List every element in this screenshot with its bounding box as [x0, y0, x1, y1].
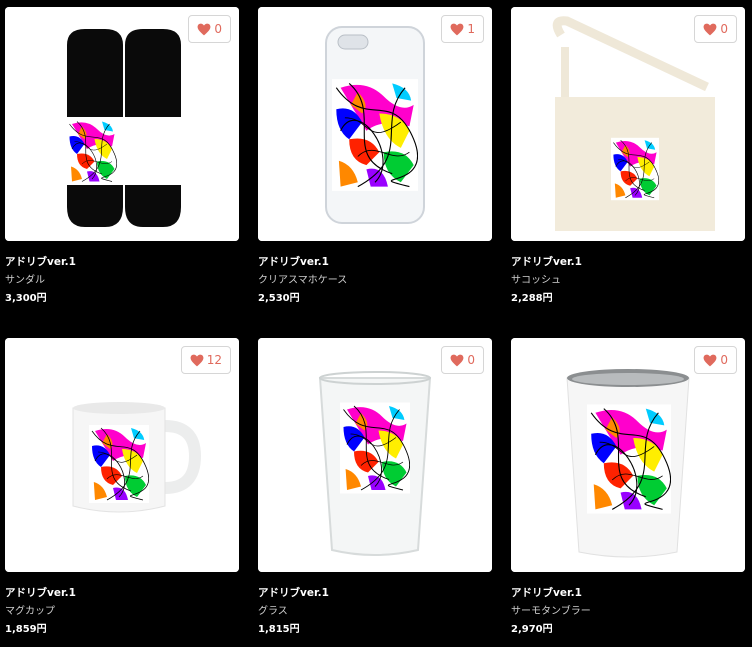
- product-price: 1,859円: [5, 624, 47, 635]
- heart-icon: [703, 23, 717, 36]
- product-price: 3,300円: [5, 293, 47, 304]
- product-title[interactable]: アドリブver.1: [511, 255, 745, 269]
- product-title[interactable]: アドリブver.1: [5, 586, 239, 600]
- like-button[interactable]: 0: [441, 346, 484, 374]
- like-count: 0: [720, 353, 728, 367]
- heart-icon: [450, 23, 464, 36]
- product-price: 2,288円: [511, 293, 553, 304]
- product-price: 2,530円: [258, 293, 300, 304]
- product-thumbnail[interactable]: 1: [258, 7, 492, 241]
- product-title[interactable]: アドリブver.1: [258, 586, 492, 600]
- product-type: グラス: [258, 606, 288, 617]
- product-card[interactable]: 0 アドリブver.1 サンダル 3,300円: [5, 7, 239, 306]
- product-thumbnail[interactable]: 0: [258, 338, 492, 572]
- product-price: 2,970円: [511, 624, 553, 635]
- product-title[interactable]: アドリブver.1: [258, 255, 492, 269]
- like-button[interactable]: 0: [188, 15, 231, 43]
- like-button[interactable]: 0: [694, 346, 737, 374]
- product-card[interactable]: 12 アドリブver.1 マグカップ 1,859円: [5, 338, 239, 637]
- product-thumbnail[interactable]: 0: [5, 7, 239, 241]
- like-count: 0: [720, 22, 728, 36]
- like-count: 1: [467, 22, 475, 36]
- like-button[interactable]: 12: [180, 346, 231, 374]
- heart-icon: [703, 354, 717, 367]
- product-type: クリアスマホケース: [258, 275, 348, 286]
- like-button[interactable]: 1: [441, 15, 484, 43]
- product-type: サーモタンブラー: [511, 606, 591, 617]
- like-count: 0: [214, 22, 222, 36]
- product-thumbnail[interactable]: 0: [511, 338, 745, 572]
- like-count: 0: [467, 353, 475, 367]
- product-thumbnail[interactable]: 12: [5, 338, 239, 572]
- product-type: サコッシュ: [511, 275, 561, 286]
- product-card[interactable]: 0 アドリブver.1 サコッシュ 2,288円: [511, 7, 745, 306]
- heart-icon: [197, 23, 211, 36]
- like-count: 12: [206, 353, 222, 367]
- heart-icon: [450, 354, 464, 367]
- product-type: サンダル: [5, 275, 45, 286]
- heart-icon: [190, 354, 204, 367]
- product-card[interactable]: 1 アドリブver.1 クリアスマホケース 2,530円: [258, 7, 492, 306]
- product-title[interactable]: アドリブver.1: [5, 255, 239, 269]
- product-card[interactable]: 0 アドリブver.1 サーモタンブラー 2,970円: [511, 338, 745, 637]
- product-thumbnail[interactable]: 0: [511, 7, 745, 241]
- product-title[interactable]: アドリブver.1: [511, 586, 745, 600]
- product-card[interactable]: 0 アドリブver.1 グラス 1,815円: [258, 338, 492, 637]
- product-price: 1,815円: [258, 624, 300, 635]
- like-button[interactable]: 0: [694, 15, 737, 43]
- product-type: マグカップ: [5, 606, 55, 617]
- product-grid: 0 アドリブver.1 サンダル 3,300円 1 アドリブver.1 クリアス…: [0, 0, 752, 647]
